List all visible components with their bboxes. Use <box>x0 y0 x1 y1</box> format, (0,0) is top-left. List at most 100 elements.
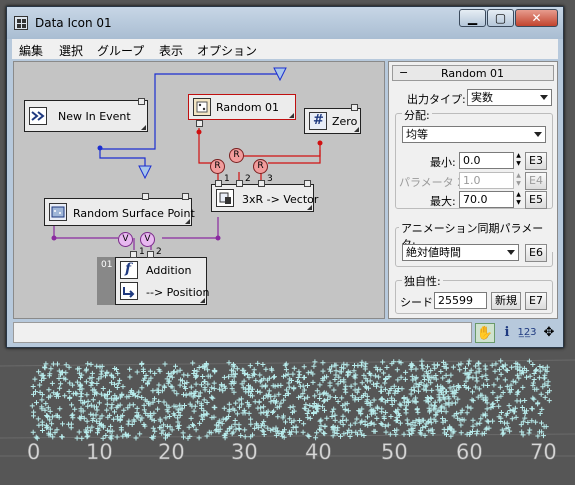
node-new-in-event[interactable]: New In Event <box>24 100 148 132</box>
port-index-label: 2 <box>245 174 251 184</box>
expand-corner-icon <box>307 205 312 210</box>
max-field[interactable]: 70.0 <box>459 191 514 208</box>
node-input-port[interactable] <box>130 251 137 258</box>
port-index-label: 1 <box>224 174 230 184</box>
min-field[interactable]: 0.0 <box>459 152 514 169</box>
port-index-label: 2 <box>156 247 162 257</box>
param2-e4-button[interactable]: E4 <box>525 172 547 190</box>
ruler-label: 60 <box>456 440 483 465</box>
expand-corner-icon <box>200 298 205 303</box>
distribution-group-label: 分配: <box>402 107 432 123</box>
chevron-down-icon <box>534 132 542 137</box>
ruler-label: 0 <box>27 440 41 465</box>
menu-options[interactable]: オプション <box>197 42 257 59</box>
new-seed-button[interactable]: 新規 <box>491 292 521 310</box>
chevron-down-icon <box>507 250 515 255</box>
distribution-dropdown[interactable]: 均等 <box>402 126 546 143</box>
node-input-port[interactable] <box>196 120 203 127</box>
node-zero[interactable]: # Zero <box>304 108 361 134</box>
expand-corner-icon <box>289 113 294 118</box>
surface-point-icon <box>49 203 67 221</box>
node-input-port[interactable] <box>142 193 149 200</box>
float-pin[interactable]: R <box>210 159 225 174</box>
menu-view[interactable]: 表示 <box>159 42 183 59</box>
node-input-port[interactable] <box>258 180 265 187</box>
ruler-label: 20 <box>158 440 185 465</box>
data-icon-window: Data Icon 01 ▁ ▢ ✕ 編集 選択 グループ 表示 オプション N… <box>6 6 564 348</box>
data-icon-app-icon <box>14 16 28 30</box>
maximize-button[interactable]: ▢ <box>487 9 514 27</box>
seed-e7-button[interactable]: E7 <box>525 292 547 310</box>
node-input-port[interactable] <box>147 251 154 258</box>
move-button[interactable]: ✥ <box>539 323 559 343</box>
min-label: 最小: <box>430 156 456 169</box>
vector-pin[interactable]: V <box>118 232 133 247</box>
float-pin[interactable]: R <box>229 148 244 163</box>
chevron-down-icon <box>540 95 548 100</box>
minimize-button[interactable]: ▁ <box>459 9 486 27</box>
rollout-title: Random 01 <box>441 67 505 80</box>
node-output-port[interactable] <box>351 104 358 111</box>
close-button[interactable]: ✕ <box>515 9 558 27</box>
menu-select[interactable]: 選択 <box>59 42 83 59</box>
node-addition[interactable]: f Addition --> Position <box>115 257 209 305</box>
max-label: 最大: <box>430 195 456 208</box>
menu-bar: 編集 選択 グループ 表示 オプション <box>12 39 558 59</box>
uniqueness-group-label: 独自性: <box>402 273 443 289</box>
node-output-port[interactable] <box>138 98 145 105</box>
rollout-header[interactable]: − Random 01 <box>392 65 554 81</box>
node-random-surface-point[interactable]: Random Surface Point <box>44 198 195 226</box>
anim-sync-e6-button[interactable]: E6 <box>525 244 547 262</box>
pan-tool-button[interactable]: ✋ <box>475 323 495 343</box>
float-pin[interactable]: R <box>253 159 268 174</box>
node-random[interactable]: Random 01 <box>188 94 296 120</box>
port-index-label: 3 <box>267 174 273 184</box>
ruler-label: 70 <box>530 440 557 465</box>
vector-icon <box>216 189 234 207</box>
expand-corner-icon <box>185 219 190 224</box>
seed-label: シード: <box>400 296 437 309</box>
info-icon: i <box>504 325 510 340</box>
sort-icon: 1̲2̲3 <box>517 327 537 338</box>
minimize-icon: ▁ <box>467 11 478 25</box>
max-spinner[interactable]: ▲ ▼ <box>514 191 523 208</box>
title-bar[interactable]: Data Icon 01 ▁ ▢ ✕ <box>7 7 563 39</box>
node-graph-canvas[interactable]: New In Event Random 01 # Zero R R R 3xR … <box>13 61 385 319</box>
output-type-dropdown[interactable]: 実数 <box>467 89 552 106</box>
ruler-label: 30 <box>231 440 258 465</box>
node-input-port[interactable] <box>215 180 222 187</box>
node-label: Random 01 <box>216 101 280 114</box>
sort-button[interactable]: 1̲2̲3 <box>517 323 537 343</box>
particle-crosses <box>29 358 552 442</box>
param2-spinner[interactable]: ▲ ▼ <box>514 172 523 189</box>
expand-corner-icon <box>354 127 359 132</box>
maximize-icon: ▢ <box>494 11 507 25</box>
status-bar <box>13 322 472 343</box>
node-input-port[interactable] <box>236 180 243 187</box>
param2-field[interactable]: 1.0 <box>459 172 514 189</box>
parameters-panel: − Random 01 出力タイプ: 実数 分配: 均等 最小: 0.0 ▲ ▼ … <box>388 61 558 319</box>
hash-icon: # <box>309 112 327 130</box>
node-output-port[interactable] <box>182 193 189 200</box>
min-spinner[interactable]: ▲ ▼ <box>514 152 523 169</box>
seed-field[interactable]: 25599 <box>434 292 487 309</box>
menu-group[interactable]: グループ <box>97 42 144 59</box>
close-icon: ✕ <box>531 11 542 25</box>
hand-icon: ✋ <box>476 326 494 341</box>
node-output-port[interactable] <box>304 180 311 187</box>
ruler-label: 50 <box>381 440 408 465</box>
vector-pin[interactable]: V <box>140 232 155 247</box>
ruler-label: 10 <box>86 440 113 465</box>
port-index-label: 1 <box>139 247 145 257</box>
node-3xr-vector[interactable]: 3xR -> Vector <box>211 184 318 212</box>
menu-edit[interactable]: 編集 <box>19 42 43 59</box>
info-button[interactable]: i <box>497 323 517 343</box>
expand-corner-icon <box>141 125 146 130</box>
window-title: Data Icon 01 <box>35 16 112 30</box>
event-icon <box>29 107 47 125</box>
anim-sync-dropdown[interactable]: 絶対値時間 <box>402 244 519 261</box>
node-label: New In Event <box>58 110 131 123</box>
param2-label: パラメータ 2: <box>399 176 468 189</box>
min-e3-button[interactable]: E3 <box>525 152 547 170</box>
max-e5-button[interactable]: E5 <box>525 191 547 209</box>
